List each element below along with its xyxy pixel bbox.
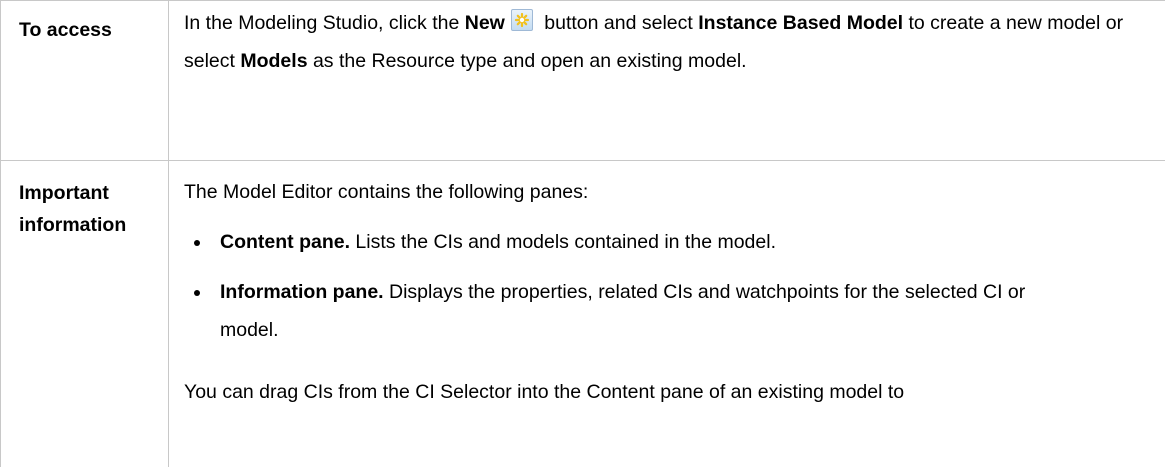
access-text-1: In the Modeling Studio, click the: [184, 12, 465, 34]
row-content-important-information: The Model Editor contains the following …: [184, 173, 1144, 411]
info-table: To access In the Modeling Studio, click …: [0, 0, 1165, 467]
bullet-icon: [194, 240, 200, 246]
panes-intro: The Model Editor contains the following …: [184, 181, 589, 203]
row-label-important-information: Important information: [19, 182, 127, 236]
access-text-2: button and select: [538, 12, 699, 34]
list-item: Content pane. Lists the CIs and models c…: [184, 223, 1144, 261]
bullet-icon: [194, 290, 200, 296]
table-top-border: [0, 0, 1165, 1]
bullet-title: Content pane.: [220, 231, 350, 253]
access-text-4: as the Resource type and open an existin…: [307, 50, 747, 72]
row-label-access: To access: [19, 19, 112, 41]
models-label: Models: [240, 50, 308, 72]
column-divider: [168, 0, 169, 467]
instance-based-model-label: Instance Based Model: [698, 12, 904, 34]
row-content-access: In the Modeling Studio, click the New bu…: [184, 4, 1144, 80]
drag-ci-paragraph: You can drag CIs from the CI Selector in…: [184, 381, 905, 403]
table-left-border: [0, 0, 1, 467]
panes-list: Content pane. Lists the CIs and models c…: [184, 223, 1144, 349]
bullet-title: Information pane.: [220, 281, 384, 303]
new-label: New: [464, 12, 505, 34]
new-star-icon: [510, 9, 533, 31]
row-divider: [0, 160, 1165, 161]
bullet-text: Lists the CIs and models contained in th…: [350, 231, 776, 253]
list-item: Information pane. Displays the propertie…: [184, 273, 1144, 349]
